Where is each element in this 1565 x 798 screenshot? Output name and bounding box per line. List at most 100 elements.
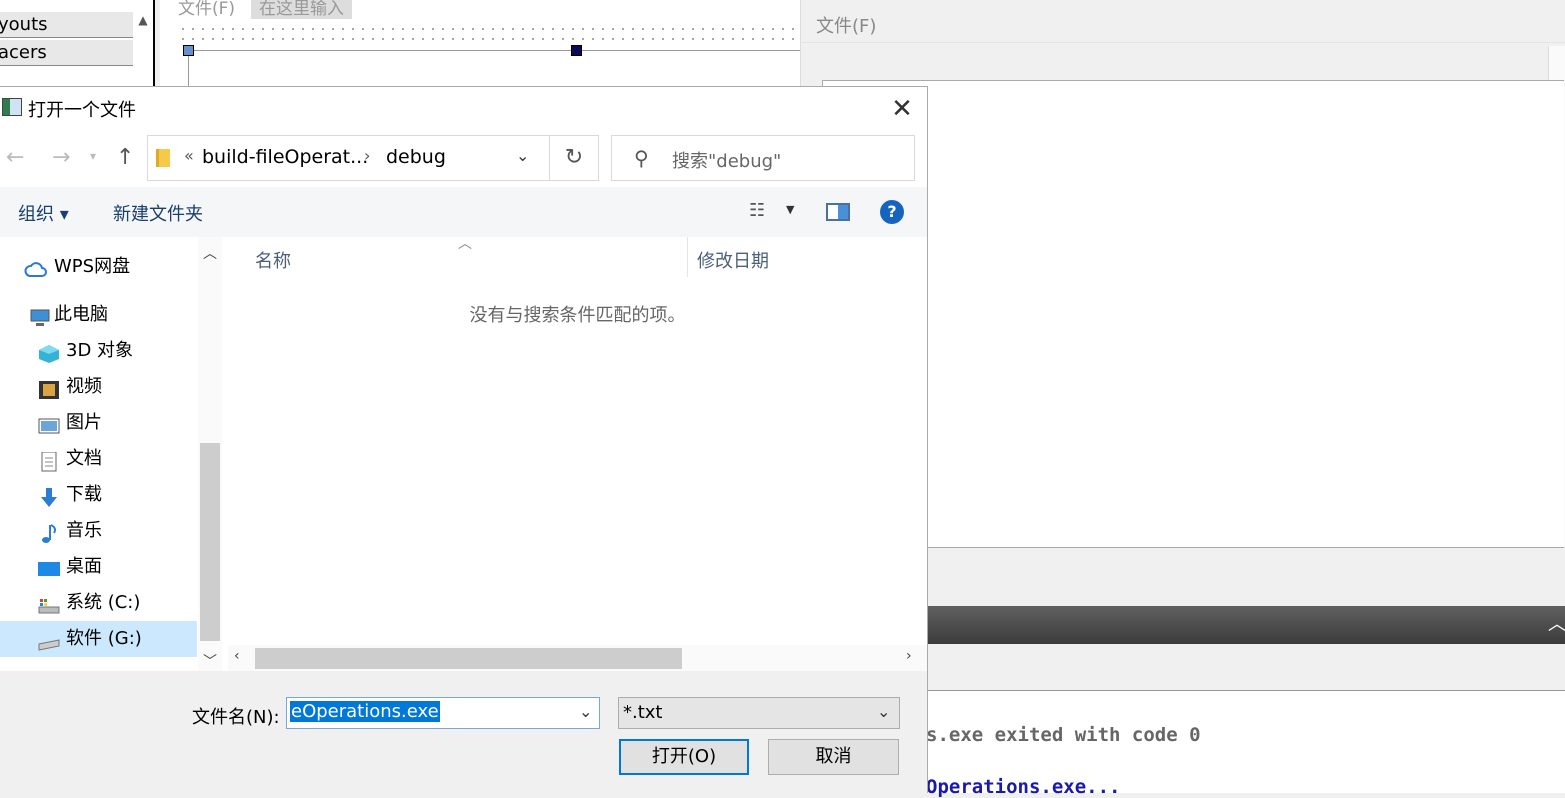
hscroll-thumb[interactable] xyxy=(255,648,682,669)
scroll-up-icon[interactable]: ︿ xyxy=(203,243,217,263)
nav-label: 3D 对象 xyxy=(66,340,134,361)
designer-menu-file[interactable]: 文件(F) xyxy=(178,0,235,19)
preview-pane-icon[interactable] xyxy=(826,203,850,221)
navigation-pane: WPS网盘 此电脑 3D 对象 视频 图片 文档 下载 音乐 桌面 系统 (C:… xyxy=(0,237,222,671)
nav-item-videos[interactable]: 视频 xyxy=(0,369,197,405)
nav-label: 下载 xyxy=(66,484,102,505)
computer-icon xyxy=(28,305,50,326)
chevron-down-icon[interactable]: ⌄ xyxy=(579,702,592,721)
new-folder-button[interactable]: 新建文件夹 xyxy=(113,200,203,226)
organize-button[interactable]: 组织 ▾ xyxy=(18,200,69,226)
resize-handle[interactable] xyxy=(183,45,194,56)
nav-item-3d-objects[interactable]: 3D 对象 xyxy=(0,333,197,369)
close-button[interactable]: ✕ xyxy=(880,93,924,125)
filename-label: 文件名(N): xyxy=(192,707,280,728)
cloud-icon xyxy=(24,257,47,277)
drive-c-icon xyxy=(38,593,60,614)
scroll-right-icon[interactable]: › xyxy=(906,648,912,664)
cancel-button[interactable]: 取消 xyxy=(768,739,899,775)
form-border-left xyxy=(188,50,189,90)
address-bar[interactable]: « build-fileOperat... › debug ⌄ xyxy=(147,135,550,181)
nav-label: 软件 (G:) xyxy=(66,628,142,649)
up-arrow-icon[interactable]: ↑ xyxy=(116,145,134,170)
column-header-name[interactable]: 名称 xyxy=(255,247,291,273)
documents-icon xyxy=(38,449,60,472)
output-pane-header xyxy=(928,606,1565,644)
chevron-down-icon[interactable]: ▼ xyxy=(786,203,794,216)
pictures-icon xyxy=(38,413,60,434)
file-list-hscrollbar[interactable]: ‹ › xyxy=(228,645,927,671)
overflow-chevron-icon[interactable]: « xyxy=(184,146,194,165)
close-icon: ✕ xyxy=(891,94,913,124)
preview-menu-file[interactable]: 文件(F) xyxy=(816,12,876,38)
form-grid xyxy=(178,24,800,46)
column-divider[interactable] xyxy=(687,237,688,277)
text-edit-area[interactable] xyxy=(822,80,1564,548)
resize-handle[interactable] xyxy=(571,45,582,56)
dialog-title-bar[interactable]: 打开一个文件 ✕ xyxy=(0,87,927,129)
breadcrumb-segment[interactable]: debug xyxy=(386,146,446,168)
navigation-row: ← → ▾ ↑ « build-fileOperat... › debug ⌄ … xyxy=(0,135,927,183)
breadcrumb-separator-icon[interactable]: › xyxy=(364,146,370,165)
nav-label: 此电脑 xyxy=(54,304,108,325)
file-type-filter-select[interactable]: *.txt ⌄ xyxy=(618,697,900,729)
output-line: Operations.exe... xyxy=(926,776,1121,798)
nav-label: 视频 xyxy=(66,376,102,397)
nav-item-music[interactable]: 音乐 xyxy=(0,513,197,549)
widget-box-item-spacers[interactable]: acers xyxy=(0,40,133,66)
nav-label: 图片 xyxy=(66,412,102,433)
widget-box-item-layouts[interactable]: youts xyxy=(0,12,133,38)
nav-item-pictures[interactable]: 图片 xyxy=(0,405,197,441)
app-icon xyxy=(2,98,22,116)
chevron-down-icon[interactable]: ⌄ xyxy=(877,702,890,721)
scroll-down-icon[interactable]: ﹀ xyxy=(203,651,217,671)
nav-item-drive-c[interactable]: 系统 (C:) xyxy=(0,585,197,621)
nav-item-documents[interactable]: 文档 xyxy=(0,441,197,477)
refresh-icon: ↻ xyxy=(564,145,584,170)
menubar-divider xyxy=(800,42,1565,43)
music-icon xyxy=(38,521,60,543)
open-file-dialog: 打开一个文件 ✕ ← → ▾ ↑ « build-fileOperat... ›… xyxy=(0,86,928,794)
designer-menu-typehere[interactable]: 在这里输入 xyxy=(251,0,353,19)
designer-menubar: 文件(F) 在这里输入 xyxy=(178,0,558,19)
3d-objects-icon xyxy=(38,341,60,363)
nav-label: 桌面 xyxy=(66,556,102,577)
filename-combobox[interactable]: eOperations.exe ⌄ xyxy=(286,697,600,729)
video-icon xyxy=(38,377,60,399)
breadcrumb-segment[interactable]: build-fileOperat... xyxy=(202,146,368,168)
nav-pane-scroll-thumb[interactable] xyxy=(200,443,220,641)
open-button[interactable]: 打开(O) xyxy=(619,739,749,775)
search-icon: ⚲ xyxy=(634,146,649,170)
drive-g-icon xyxy=(38,629,60,651)
recent-locations-chevron-icon[interactable]: ▾ xyxy=(90,149,96,163)
filename-value[interactable]: eOperations.exe xyxy=(290,701,440,722)
filter-value: *.txt xyxy=(623,702,663,723)
nav-label: 系统 (C:) xyxy=(66,592,141,613)
search-placeholder: 搜索"debug" xyxy=(672,151,782,172)
search-input[interactable]: ⚲ 搜索"debug" xyxy=(611,135,915,181)
scroll-up-arrow-icon[interactable]: ▲ xyxy=(133,10,153,30)
empty-results-message: 没有与搜索条件匹配的项。 xyxy=(469,305,686,326)
chevron-down-icon[interactable]: ⌄ xyxy=(516,146,529,165)
back-arrow-icon[interactable]: ← xyxy=(6,145,24,170)
folder-icon xyxy=(156,149,170,167)
nav-item-wps-cloud[interactable]: WPS网盘 xyxy=(0,249,197,285)
refresh-button[interactable]: ↻ xyxy=(550,135,599,181)
nav-item-downloads[interactable]: 下载 xyxy=(0,477,197,513)
forward-arrow-icon[interactable]: → xyxy=(52,145,70,170)
scroll-left-icon[interactable]: ‹ xyxy=(234,648,240,664)
column-header-date-modified[interactable]: 修改日期 xyxy=(697,247,769,273)
output-line: s.exe exited with code 0 xyxy=(926,724,1201,746)
nav-item-desktop[interactable]: 桌面 xyxy=(0,549,197,585)
nav-label: 音乐 xyxy=(66,520,102,541)
view-options-icon[interactable]: ☷ xyxy=(749,200,765,221)
nav-label: 文档 xyxy=(66,448,102,469)
nav-label: WPS网盘 xyxy=(54,256,131,277)
file-list-pane: ︿ 名称 修改日期 没有与搜索条件匹配的项。 xyxy=(228,236,927,671)
sort-ascending-icon: ︿ xyxy=(458,236,472,252)
nav-item-this-pc[interactable]: 此电脑 xyxy=(0,297,197,333)
help-icon[interactable]: ? xyxy=(880,200,904,224)
collapse-icon[interactable]: ︿ xyxy=(1548,610,1565,636)
nav-item-drive-g[interactable]: 软件 (G:) xyxy=(0,621,197,657)
dialog-title: 打开一个文件 xyxy=(28,100,136,121)
